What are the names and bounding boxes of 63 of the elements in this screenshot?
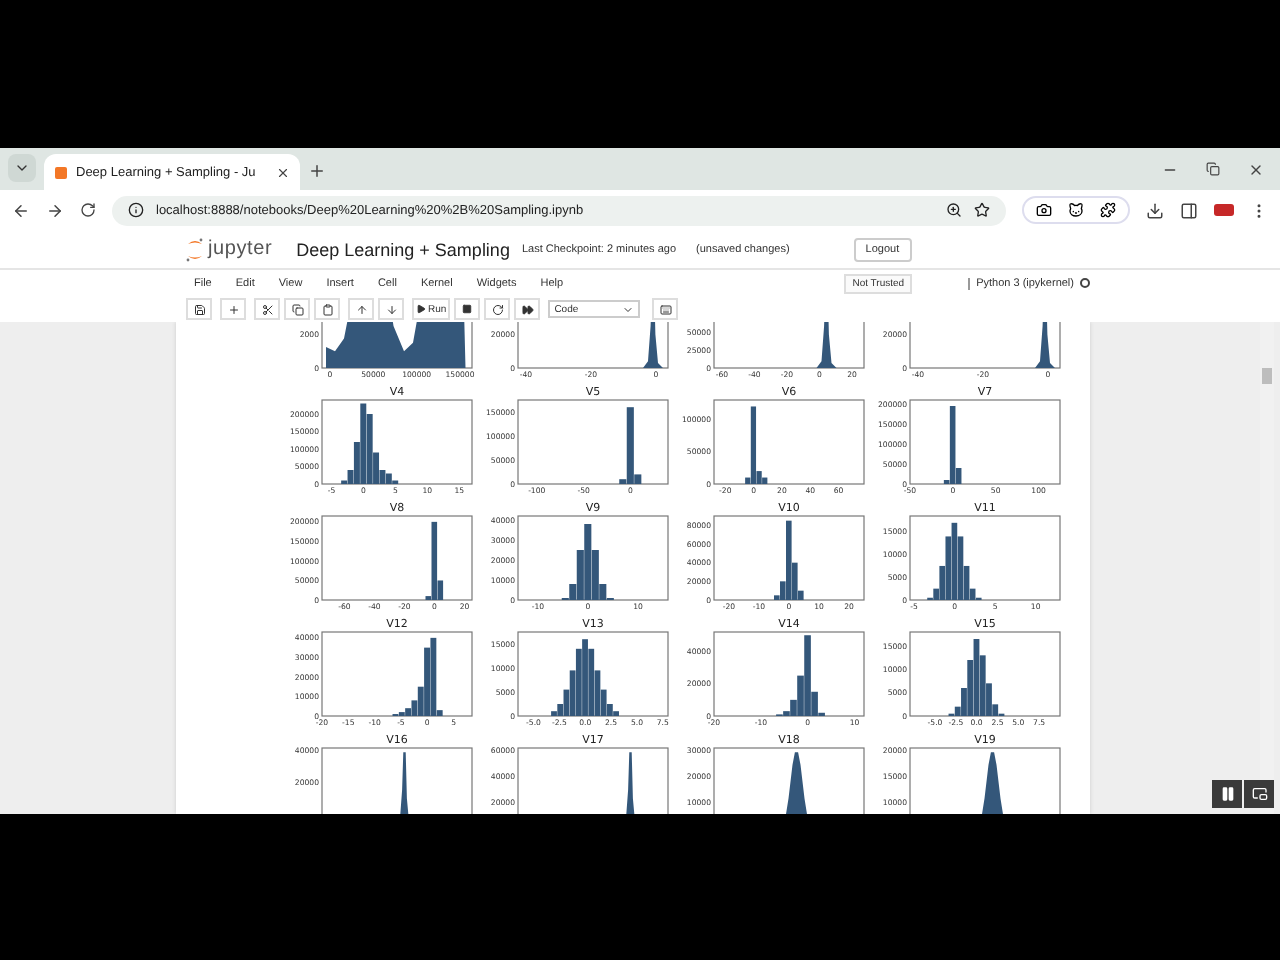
arrow-up-icon	[355, 303, 367, 315]
restore-button[interactable]	[1206, 161, 1220, 177]
cut-button[interactable]	[254, 298, 280, 320]
restart-icon	[491, 303, 504, 315]
insert-cell-button[interactable]	[220, 298, 246, 320]
tab-search-button[interactable]	[8, 154, 36, 182]
restart-button[interactable]	[484, 298, 511, 320]
histogram-drawing	[816, 322, 837, 368]
move-down-button[interactable]	[378, 298, 404, 320]
logo-icon	[186, 237, 204, 261]
copy-icon	[291, 303, 303, 315]
stop-icon	[462, 304, 473, 314]
close-icon	[1248, 161, 1264, 177]
histogram-drawing	[326, 322, 466, 368]
fast-forward-icon	[521, 303, 534, 315]
keyboard-icon	[659, 303, 672, 315]
notebook-title[interactable]: Deep Learning + Sampling	[296, 239, 510, 259]
reload-button[interactable]	[80, 202, 96, 218]
kernel-status-icon	[1080, 278, 1090, 288]
chevron-down-icon	[14, 160, 30, 176]
pause-button[interactable]	[1212, 780, 1242, 808]
reload-icon	[80, 202, 96, 218]
bookmark-star-icon	[974, 202, 990, 218]
plus-icon	[227, 303, 239, 315]
save-icon	[193, 303, 205, 315]
picture-in-picture-button[interactable]	[1244, 780, 1274, 808]
scissors-icon	[261, 303, 273, 315]
histogram-drawing	[643, 322, 663, 368]
arrow-right-icon	[46, 201, 64, 219]
clipboard-icon	[321, 303, 333, 315]
notebook-icon	[54, 165, 68, 179]
arrow-down-icon	[385, 303, 397, 315]
move-up-button[interactable]	[348, 298, 374, 320]
play-icon	[416, 304, 426, 314]
picture-in-picture-icon	[1251, 786, 1267, 802]
camera-icon	[1036, 202, 1052, 218]
plus-icon	[307, 162, 326, 180]
zoom-icon	[946, 202, 962, 218]
close-tab-button[interactable]	[275, 165, 290, 179]
side-panel-icon	[1180, 201, 1198, 219]
back-button[interactable]	[12, 201, 30, 219]
command-palette-button[interactable]	[652, 298, 679, 320]
puzzle-icon	[1100, 202, 1116, 218]
cat-icon	[1068, 202, 1084, 218]
arrow-left-icon	[12, 201, 30, 219]
stop-button[interactable]	[454, 298, 481, 320]
close-icon	[275, 165, 290, 179]
download-button[interactable]	[1146, 201, 1164, 219]
pause-icon	[1219, 786, 1235, 802]
download-icon	[1146, 201, 1164, 219]
jupyter-logo-text: jupyter	[208, 238, 273, 260]
restore-icon	[1206, 162, 1220, 176]
chevron-down-icon	[622, 303, 635, 315]
histogram-drawing	[1035, 322, 1055, 368]
forward-button[interactable]	[46, 201, 64, 219]
close-window-button[interactable]	[1248, 161, 1264, 177]
info-icon	[128, 202, 144, 218]
side-panel-button[interactable]	[1180, 201, 1198, 219]
new-tab-button[interactable]	[307, 162, 326, 180]
scrollbar-thumb[interactable]	[1262, 368, 1272, 384]
paste-button[interactable]	[314, 298, 340, 320]
restart-run-all-button[interactable]	[514, 298, 541, 320]
save-button[interactable]	[186, 298, 212, 320]
